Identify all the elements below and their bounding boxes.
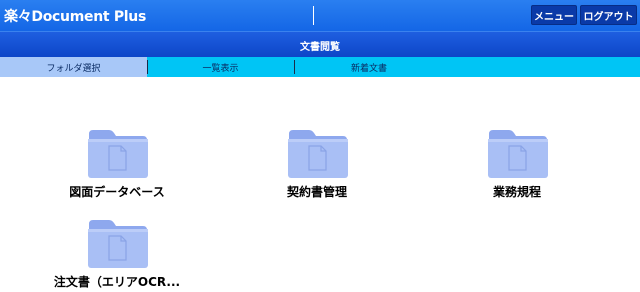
folder-label: 業務規程 bbox=[492, 185, 541, 199]
folder-icon bbox=[88, 220, 148, 268]
folder-icon bbox=[488, 130, 548, 178]
logout-button[interactable]: ログアウト bbox=[580, 5, 637, 25]
folder-item-orders[interactable]: 注文書（エリアOCR... bbox=[37, 218, 197, 292]
folder-item-contracts[interactable]: 契約書管理 bbox=[237, 128, 397, 208]
folder-item-regulations[interactable]: 業務規程 bbox=[437, 128, 597, 208]
top-header: 楽々Document Plus メニュー ログアウト bbox=[0, 0, 640, 31]
app-title: 楽々Document Plus bbox=[4, 9, 146, 25]
folder-label: 契約書管理 bbox=[286, 185, 347, 199]
tab-folder-select[interactable]: フォルダ選択 bbox=[0, 57, 147, 77]
folder-icon bbox=[88, 130, 148, 178]
folder-item-drawings[interactable]: 図面データベース bbox=[37, 128, 197, 208]
tab-bar: フォルダ選択 一覧表示 新着文書 bbox=[0, 57, 640, 77]
menu-button[interactable]: メニュー bbox=[531, 5, 577, 25]
tab-list-view[interactable]: 一覧表示 bbox=[147, 57, 294, 77]
folder-icon bbox=[288, 130, 348, 178]
folder-label: 注文書（エリアOCR... bbox=[53, 275, 181, 289]
folder-label: 図面データベース bbox=[69, 185, 165, 199]
header-divider bbox=[313, 6, 314, 25]
tab-new-documents[interactable]: 新着文書 bbox=[295, 57, 443, 77]
section-header: 文書閲覧 bbox=[0, 31, 640, 57]
section-title: 文書閲覧 bbox=[300, 42, 340, 53]
app-window: 楽々Document Plus メニュー ログアウト 文書閲覧 フォルダ選択 一… bbox=[0, 0, 640, 292]
